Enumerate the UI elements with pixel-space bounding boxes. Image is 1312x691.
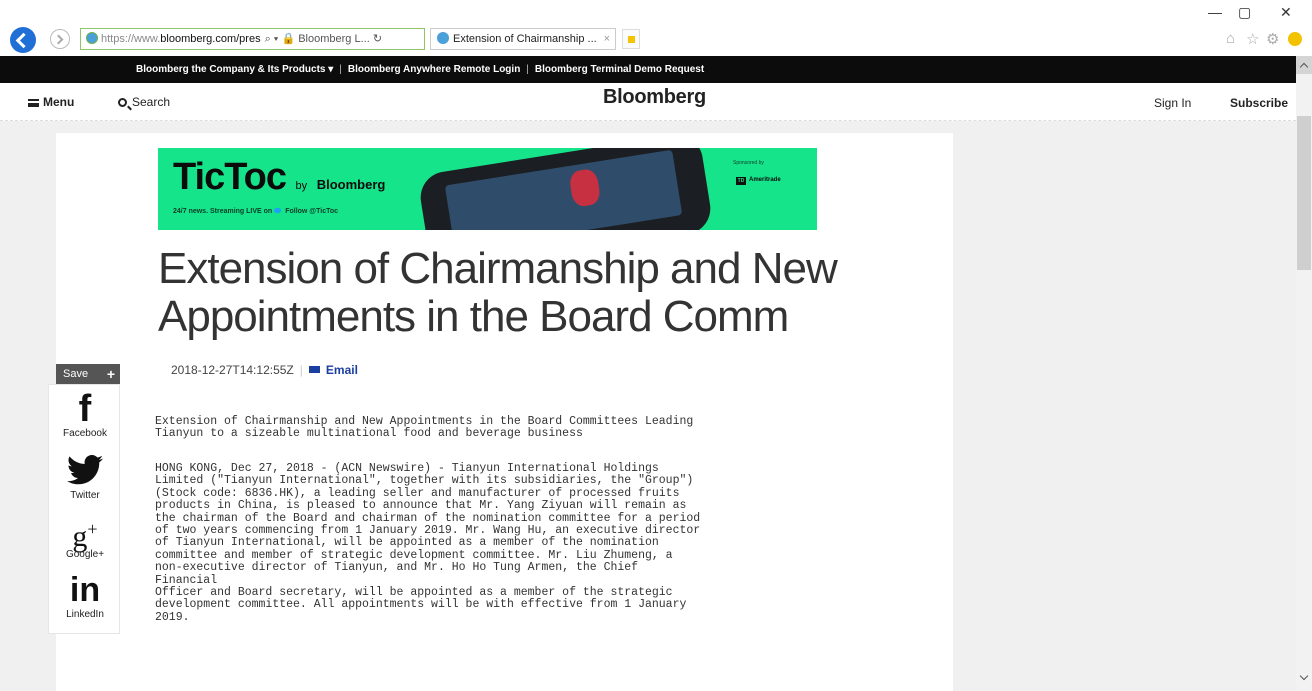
email-label: Email <box>325 363 358 377</box>
new-tab-button[interactable] <box>622 29 640 49</box>
terminal-demo-link[interactable]: Bloomberg Terminal Demo Request <box>535 64 704 75</box>
td-logo-icon: TD <box>736 177 746 185</box>
linkedin-icon: in <box>69 571 101 609</box>
twitter-bird-icon <box>274 208 282 213</box>
article-paragraph: Extension of Chairmanship and New Appoin… <box>155 415 694 441</box>
googleplus-plus: + <box>87 519 98 539</box>
googleplus-label: Google+ <box>65 549 105 560</box>
url-scheme: https://www. <box>101 33 161 45</box>
share-sidebar: f Facebook Twitter g+ Google+ in LinkedI… <box>48 384 120 634</box>
address-controls[interactable]: ⌕ ▾ 🔒 Bloomberg L... ↻ <box>265 33 382 45</box>
article-timestamp: 2018-12-27T14:12:55Z <box>171 363 294 377</box>
linkedin-label: LinkedIn <box>66 609 104 620</box>
ad-brand-owner: Bloomberg <box>316 177 386 192</box>
twitter-label: Twitter <box>70 490 100 501</box>
meta-separator: | <box>299 363 303 377</box>
url-host: bloomberg.com/pres <box>160 33 261 45</box>
bloomberg-logo[interactable]: Bloomberg <box>603 86 706 109</box>
googleplus-icon: g+ <box>49 510 121 553</box>
search-label: Search <box>132 95 171 109</box>
phone-image <box>416 148 715 230</box>
tab-close-icon[interactable]: × <box>604 29 610 49</box>
favorites-icon[interactable]: ☆ <box>1246 30 1259 48</box>
separator: | <box>339 64 342 75</box>
ad-brand-name: TicToc <box>173 156 287 198</box>
menu-label: Menu <box>43 95 75 109</box>
ad-tagline-right: Follow @TicToc <box>285 208 339 215</box>
envelope-icon <box>308 366 320 373</box>
ad-sponsor: TD Ameritrade <box>736 177 781 185</box>
tab-title: Extension of Chairmanship ... <box>453 33 597 45</box>
page-scrollbar[interactable] <box>1296 56 1312 691</box>
search-button[interactable]: Search <box>118 95 170 109</box>
sign-in-link[interactable]: Sign In <box>1154 96 1191 110</box>
settings-icon[interactable]: ⚙ <box>1266 30 1279 48</box>
separator: | <box>526 64 529 75</box>
scroll-thumb[interactable] <box>1297 116 1311 270</box>
article-meta: 2018-12-27T14:12:55Z | Email <box>171 363 358 377</box>
ad-by: by <box>295 180 308 192</box>
feedback-smiley-icon[interactable] <box>1288 32 1302 46</box>
menu-button[interactable]: Menu <box>28 95 74 109</box>
close-window-button[interactable]: ✕ <box>1280 4 1292 21</box>
ad-sponsored-label: Sponsored by <box>733 160 764 166</box>
scroll-down-arrow-icon[interactable] <box>1299 671 1309 681</box>
browser-chrome: https://www.bloomberg.com/pres ⌕ ▾ 🔒 Bloo… <box>0 0 1312 56</box>
save-label: Save <box>63 368 89 380</box>
subscribe-link[interactable]: Subscribe <box>1230 96 1288 110</box>
home-icon[interactable]: ⌂ <box>1226 30 1235 47</box>
company-products-link[interactable]: Bloomberg the Company & Its Products ▾ <box>136 64 333 75</box>
share-googleplus[interactable]: g+ Google+ <box>49 510 121 560</box>
ad-tagline: 24/7 news. Streaming LIVE on Follow @TicT… <box>173 208 338 215</box>
facebook-label: Facebook <box>63 428 107 439</box>
company-bar: Bloomberg the Company & Its Products ▾ | B… <box>0 56 1296 83</box>
anywhere-login-link[interactable]: Bloomberg Anywhere Remote Login <box>348 64 520 75</box>
share-twitter[interactable]: Twitter <box>49 451 121 501</box>
ad-brand: TicToc by Bloomberg <box>173 156 385 199</box>
hamburger-icon <box>28 99 39 107</box>
restore-button[interactable]: ▢ <box>1238 4 1251 21</box>
article-headline: Extension of Chairmanship and New Appoin… <box>158 244 838 341</box>
twitter-icon <box>49 451 121 489</box>
save-button[interactable]: Save + <box>56 364 120 384</box>
ad-tagline-left: 24/7 news. Streaming LIVE on <box>173 208 273 215</box>
search-icon <box>118 98 127 107</box>
tab-favicon-icon <box>437 32 449 44</box>
tictoc-ad-banner[interactable]: TicToc by Bloomberg 24/7 news. Streaming… <box>158 148 817 230</box>
ad-sponsor-name: Ameritrade <box>749 177 781 183</box>
forward-button[interactable] <box>50 29 70 49</box>
minimize-button[interactable]: — <box>1208 4 1222 20</box>
back-button[interactable] <box>10 27 36 53</box>
article-paragraph: HONG KONG, Dec 27, 2018 - (ACN Newswire)… <box>155 462 701 624</box>
browser-tab[interactable]: Extension of Chairmanship ... × <box>430 28 616 50</box>
email-share-link[interactable]: Email <box>308 363 358 377</box>
site-header: Menu Search Bloomberg Sign In Subscribe <box>0 83 1296 121</box>
plus-icon: + <box>106 366 115 382</box>
share-linkedin[interactable]: in LinkedIn <box>49 570 121 620</box>
scroll-up-arrow-icon[interactable] <box>1296 56 1312 74</box>
site-icon <box>86 32 98 44</box>
address-bar[interactable]: https://www.bloomberg.com/pres ⌕ ▾ 🔒 Bloo… <box>80 28 425 50</box>
share-facebook[interactable]: f Facebook <box>49 389 121 439</box>
facebook-icon: f <box>78 388 92 430</box>
